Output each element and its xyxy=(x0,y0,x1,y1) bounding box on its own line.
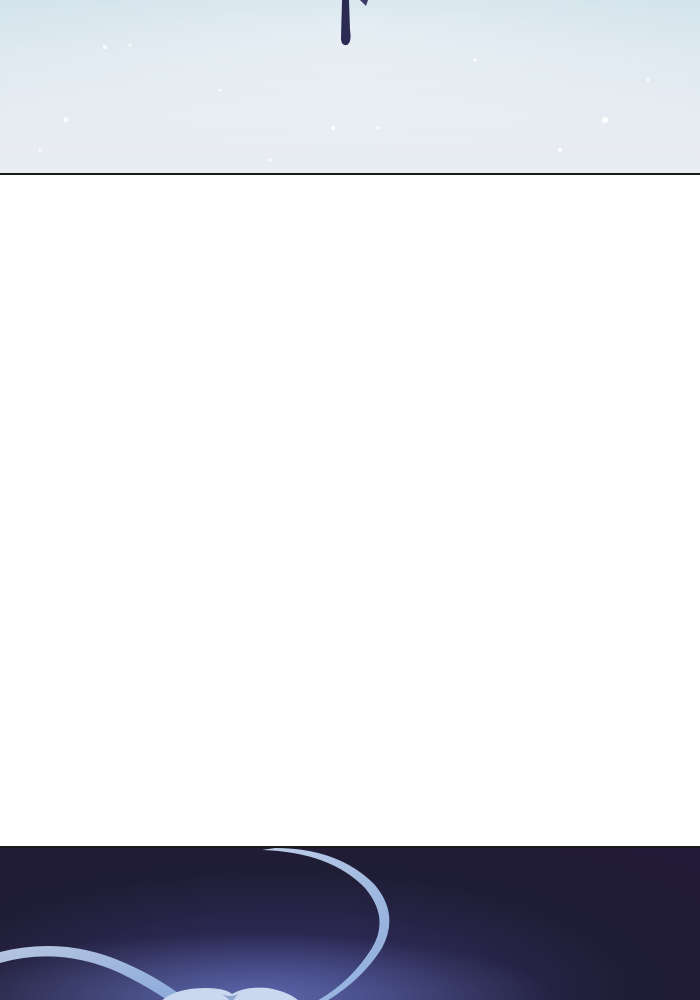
comic-page xyxy=(0,0,700,1000)
night-void-panel xyxy=(0,846,700,1000)
snow-field-illustration xyxy=(0,0,700,173)
panel-gutter xyxy=(0,175,700,846)
snow-glow xyxy=(0,0,700,173)
snow-field-panel xyxy=(0,0,700,175)
figure-leg xyxy=(341,0,351,46)
night-void-illustration xyxy=(0,848,700,1000)
